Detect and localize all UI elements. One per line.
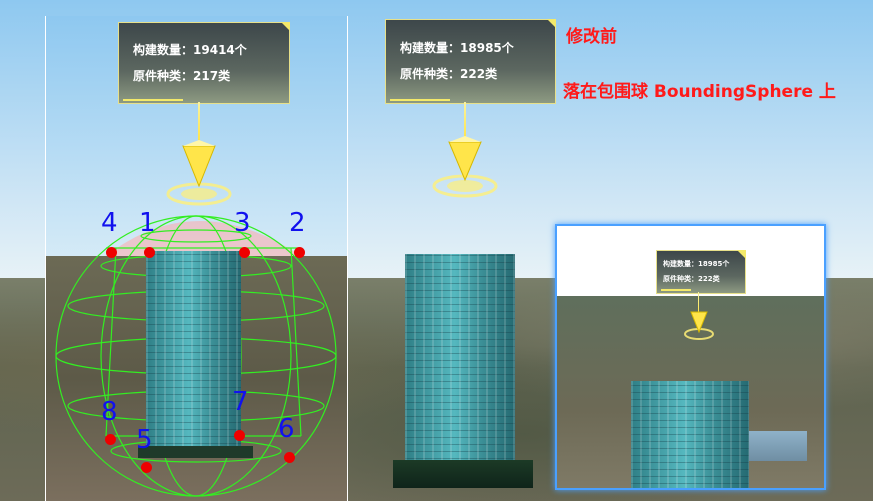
types-value: 217类 xyxy=(193,69,231,83)
building-model-left[interactable] xyxy=(146,251,241,451)
vertex-label-6: 6 xyxy=(278,414,295,444)
vertex-label-3: 3 xyxy=(234,208,251,238)
popup-edge xyxy=(123,99,183,101)
vertex-label-8: 8 xyxy=(101,397,118,427)
vertex-label-4: 4 xyxy=(101,208,118,238)
vertex-point-7 xyxy=(234,430,245,441)
vertex-point-1 xyxy=(144,247,155,258)
vertex-point-8 xyxy=(105,434,116,445)
annotation-on-sphere: 落在包围球 BoundingSphere 上 xyxy=(563,82,836,102)
marker-stem-left xyxy=(198,102,200,140)
vertex-point-2 xyxy=(294,247,305,258)
building-base-middle xyxy=(393,460,533,488)
info-popup-middle[interactable]: 构建数量：18985个 原件种类：222类 xyxy=(385,19,556,104)
building-model-middle[interactable] xyxy=(405,254,515,466)
building-model-inset[interactable] xyxy=(631,381,749,488)
marker-cone-icon[interactable] xyxy=(166,136,232,206)
vertex-label-2: 2 xyxy=(289,208,306,238)
left-scene-panel[interactable]: 构建数量：19414个 原件种类：217类 4 1 3 2 8 5 7 6 xyxy=(45,16,348,501)
count-value: 18985个 xyxy=(698,260,730,268)
info-popup-left[interactable]: 构建数量：19414个 原件种类：217类 xyxy=(118,22,290,104)
vertex-point-5 xyxy=(141,462,152,473)
count-value: 18985个 xyxy=(460,41,514,55)
types-label: 原件种类： xyxy=(663,275,698,283)
marker-cone-icon[interactable] xyxy=(683,308,715,342)
building-base-left xyxy=(138,446,253,458)
marker-cone-icon[interactable] xyxy=(432,132,498,202)
types-value: 222类 xyxy=(698,275,720,283)
types-label: 原件种类： xyxy=(400,67,461,81)
annotation-before: 修改前 xyxy=(566,27,617,47)
vertex-label-1: 1 xyxy=(139,208,156,238)
inset-view-panel[interactable]: 构建数量：18985个 原件种类：222类 xyxy=(555,224,826,490)
inset-roof-structure xyxy=(747,431,807,461)
vertex-label-5: 5 xyxy=(136,425,153,455)
vertex-point-3 xyxy=(239,247,250,258)
count-label: 构建数量： xyxy=(400,41,461,55)
count-value: 19414个 xyxy=(193,43,247,57)
vertex-point-4 xyxy=(106,247,117,258)
count-label: 构建数量： xyxy=(133,43,194,57)
info-popup-inset[interactable]: 构建数量：18985个 原件种类：222类 xyxy=(656,250,746,294)
types-value: 222类 xyxy=(460,67,498,81)
popup-edge xyxy=(390,99,450,101)
vertex-point-6 xyxy=(284,452,295,463)
types-label: 原件种类： xyxy=(133,69,194,83)
popup-edge xyxy=(661,289,691,291)
count-label: 构建数量： xyxy=(663,260,698,268)
vertex-label-7: 7 xyxy=(232,387,249,417)
